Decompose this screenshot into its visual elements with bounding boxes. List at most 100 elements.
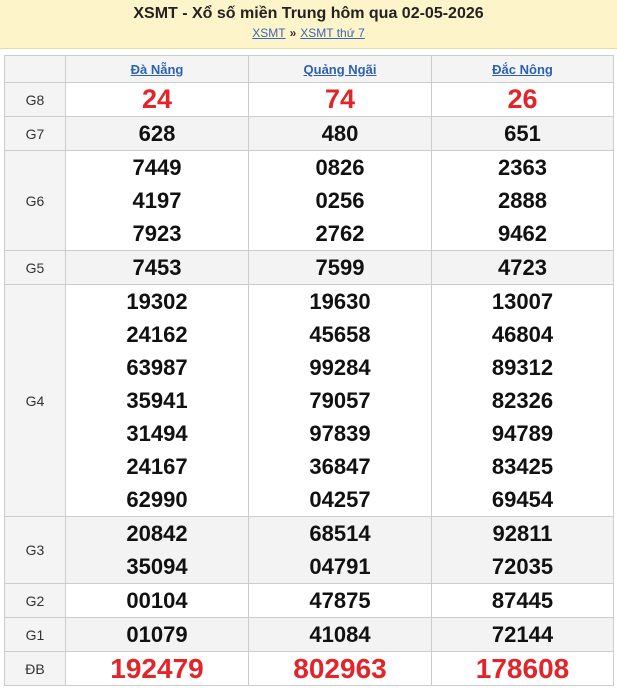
result-number: 0256: [315, 188, 365, 213]
result-cell: 7453: [65, 250, 249, 285]
result-number: 20842: [126, 521, 188, 546]
result-number: 19630: [309, 289, 371, 314]
result-number: 9462: [498, 221, 547, 246]
province-link-dac-nong[interactable]: Đắc Nông: [492, 62, 553, 77]
result-cell: 20842 35094: [65, 516, 249, 584]
result-number: 26: [507, 84, 538, 114]
result-number: 480: [321, 121, 359, 146]
result-number: 72035: [491, 554, 554, 579]
breadcrumb-xsmt-link[interactable]: XSMT: [252, 26, 285, 40]
result-number: 01079: [126, 622, 188, 647]
result-number: 04257: [309, 487, 371, 512]
result-number: 24167: [126, 454, 188, 479]
result-cell: 19630 45658 99284 79057 97839 36847 04257: [248, 284, 432, 517]
result-cell: 802963: [248, 651, 432, 686]
result-number: 35094: [126, 554, 188, 579]
result-row-g2: G2 00104 47875 87445: [4, 583, 614, 618]
table-header-row: Đà Nẵng Quảng Ngãi Đắc Nông: [4, 55, 614, 83]
result-number: 68514: [309, 521, 371, 546]
result-row-g8: G8 24 74 26: [4, 82, 614, 117]
result-number: 99284: [309, 355, 371, 380]
result-cell: 26: [431, 82, 614, 117]
result-cell: 41084: [248, 617, 432, 652]
result-number: 4723: [498, 255, 547, 280]
result-row-đb: ĐB 192479 802963 178608: [4, 651, 614, 686]
result-number: 87445: [491, 588, 554, 613]
breadcrumb: XSMT » XSMT thứ 7: [0, 25, 617, 41]
result-row-g7: G7 628 480 651: [4, 116, 614, 151]
result-number: 45658: [309, 322, 371, 347]
result-number: 36847: [309, 454, 371, 479]
result-number: 192479: [110, 653, 204, 684]
result-number: 802963: [293, 653, 387, 684]
result-number: 00104: [126, 588, 188, 613]
result-number: 62990: [126, 487, 188, 512]
result-number: 31494: [126, 421, 188, 446]
page-header: XSMT - Xổ số miền Trung hôm qua 02-05-20…: [0, 0, 617, 49]
result-number: 94789: [491, 421, 554, 446]
result-number: 47875: [309, 588, 371, 613]
result-number: 72144: [491, 622, 554, 647]
results-table: Đà Nẵng Quảng Ngãi Đắc Nông G8 24 74 26 G7 62…: [4, 55, 614, 686]
result-number: 41084: [309, 622, 371, 647]
result-number: 178608: [475, 653, 570, 684]
prize-label: G4: [4, 284, 66, 517]
result-cell: 628: [65, 116, 249, 151]
result-number: 35941: [126, 388, 188, 413]
result-number: 63987: [126, 355, 188, 380]
result-cell: 480: [248, 116, 432, 151]
result-number: 628: [138, 121, 176, 146]
result-number: 89312: [491, 355, 554, 380]
result-number: 2888: [498, 188, 547, 213]
result-cell: 7599: [248, 250, 432, 285]
result-number: 97839: [309, 421, 371, 446]
result-number: 24: [141, 84, 173, 114]
result-cell: 178608: [431, 651, 614, 686]
prize-column-header: [4, 55, 66, 83]
result-number: 2363: [498, 155, 547, 180]
result-number: 92811: [492, 521, 553, 546]
result-number: 82326: [491, 388, 554, 413]
result-row-g6: G6 7449 4197 7923 0826 0256 2762 2363 2888 9462: [4, 150, 614, 251]
result-cell: 47875: [248, 583, 432, 618]
result-number: 4197: [132, 188, 182, 213]
result-cell: 192479: [65, 651, 249, 686]
result-cell: 68514 04791: [248, 516, 432, 584]
prize-label: G8: [4, 82, 66, 117]
result-cell: 19302 24162 63987 35941 31494 24167 62990: [65, 284, 249, 517]
prize-label: ĐB: [4, 651, 66, 686]
result-cell: 2363 2888 9462: [431, 150, 614, 251]
result-number: 7923: [132, 221, 182, 246]
result-number: 7599: [315, 255, 365, 280]
prize-label: G7: [4, 116, 66, 151]
result-row-g5: G5 7453 7599 4723: [4, 250, 614, 285]
result-cell: 13007 46804 89312 82326 94789 83425 69454: [431, 284, 614, 517]
result-number: 46804: [491, 322, 554, 347]
result-cell: 87445: [431, 583, 614, 618]
prize-label: G3: [4, 516, 66, 584]
breadcrumb-separator: »: [289, 26, 297, 40]
province-link-quang-ngai[interactable]: Quảng Ngãi: [304, 62, 377, 77]
result-number: 83425: [491, 454, 554, 479]
result-cell: 74: [248, 82, 432, 117]
result-cell: 0826 0256 2762: [248, 150, 432, 251]
result-cell: 01079: [65, 617, 249, 652]
result-number: 74: [324, 84, 356, 114]
result-number: 19302: [126, 289, 188, 314]
prize-label: G1: [4, 617, 66, 652]
province-link-da-nang[interactable]: Đà Nẵng: [131, 62, 184, 77]
result-number: 69454: [491, 487, 554, 512]
page-title: XSMT - Xổ số miền Trung hôm qua 02-05-20…: [133, 5, 484, 22]
result-row-g3: G3 20842 35094 68514 04791 92811 72035: [4, 516, 614, 584]
result-cell: 24: [65, 82, 249, 117]
result-cell: 72144: [431, 617, 614, 652]
result-number: 7453: [132, 255, 182, 280]
result-number: 04791: [309, 554, 371, 579]
result-number: 13007: [491, 289, 554, 314]
prize-label: G6: [4, 150, 66, 251]
result-cell: 7449 4197 7923: [65, 150, 249, 251]
breadcrumb-xsmt-thu7-link[interactable]: XSMT thứ 7: [300, 26, 365, 40]
result-number: 651: [504, 121, 541, 146]
result-number: 2762: [315, 221, 365, 246]
result-cell: 92811 72035: [431, 516, 614, 584]
